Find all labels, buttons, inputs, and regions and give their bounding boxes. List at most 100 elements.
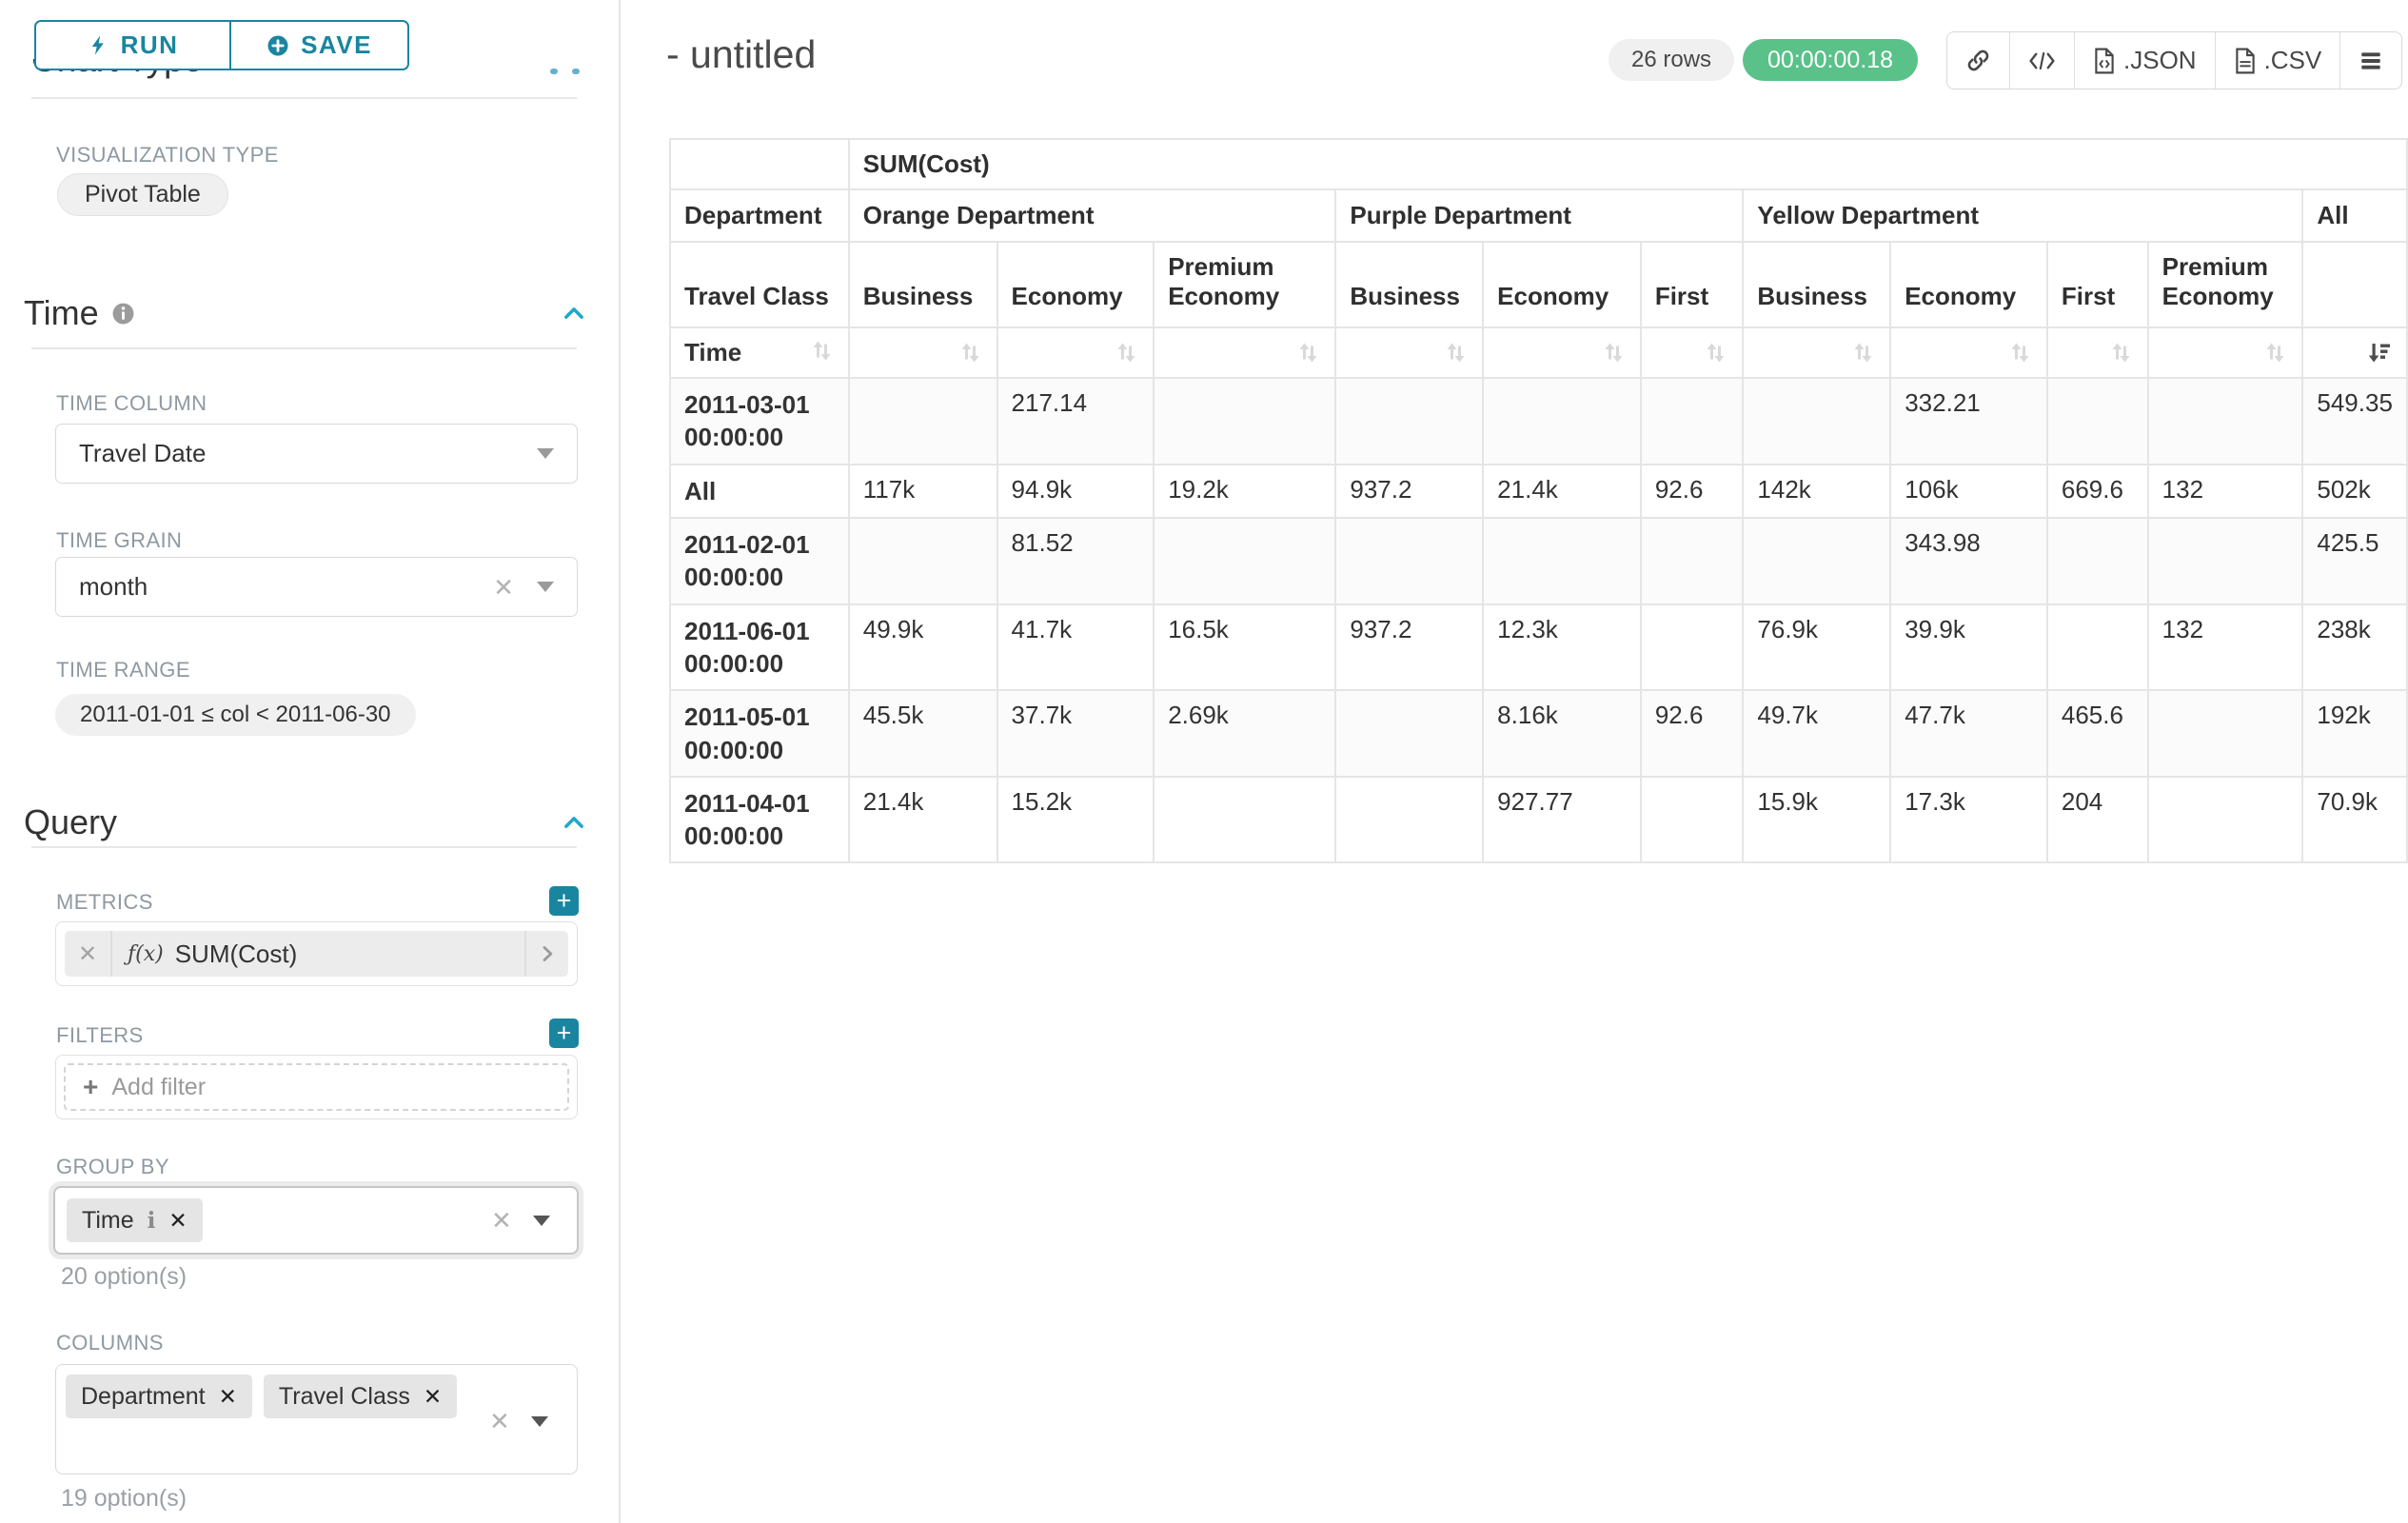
value-cell: 45.5k [849,690,997,777]
export-csv-button[interactable]: .CSV [2215,32,2340,89]
sort-icon[interactable] [1703,340,1728,366]
sort-icon[interactable] [1443,340,1469,366]
chart-title[interactable]: - untitled [666,32,816,77]
metric-name: SUM(Cost) [175,940,298,969]
group-by-pills: Timei✕ [67,1198,203,1242]
value-cell: 2.69k [1154,690,1335,777]
travel-class-header: First [2047,242,2148,327]
query-section-header: Query [24,802,587,842]
sort-header-cell [1335,327,1483,378]
value-cell: 192k [2302,690,2407,777]
sort-header-cell [2047,327,2148,378]
selected-value-pill[interactable]: Travel Class✕ [264,1375,457,1418]
time-grain-label: TIME GRAIN [56,528,182,553]
visualization-type-pill[interactable]: Pivot Table [57,173,228,216]
value-cell: 49.9k [849,604,997,691]
clear-icon[interactable]: ✕ [493,575,514,600]
options-hint: 20 option(s) [61,1263,187,1291]
sort-icon[interactable] [957,340,983,366]
caret-down-icon[interactable] [531,1416,548,1427]
sort-descending-icon[interactable] [2366,340,2393,366]
value-cell: 204 [2047,777,2148,863]
menu-button[interactable] [2339,32,2401,89]
value-cell: 12.3k [1483,604,1641,691]
remove-metric-icon[interactable]: ✕ [65,931,112,977]
plus-icon: + [83,1074,98,1100]
travel-class-header: Economy [1483,242,1641,327]
metric-header: SUM(Cost) [849,139,2407,189]
clear-icon[interactable]: ✕ [491,1208,512,1233]
time-range-label: TIME RANGE [56,658,190,682]
value-cell [1641,378,1744,465]
value-cell [1154,777,1335,863]
time-grain-select[interactable]: month ✕ [55,557,578,617]
add-filter-button[interactable]: + Add filter [64,1063,569,1111]
remove-icon[interactable]: ✕ [424,1384,442,1410]
pivot-table-container: SUM(Cost)DepartmentOrange DepartmentPurp… [669,138,2408,863]
sort-icon[interactable] [1295,340,1321,366]
chevron-up-icon[interactable] [561,300,587,326]
row-label: All [670,465,849,518]
export-json-button[interactable]: .JSON [2074,32,2215,89]
value-cell: 41.7k [997,604,1155,691]
chevron-up-icon [550,69,558,74]
value-cell: 39.9k [1890,604,2047,691]
chevron-up-icon[interactable] [561,809,587,836]
sort-icon[interactable] [1850,340,1876,366]
remove-icon[interactable]: ✕ [168,1208,187,1234]
value-cell [2148,777,2303,863]
value-cell: 502k [2302,465,2407,518]
sort-icon[interactable] [1601,340,1627,366]
save-button[interactable]: SAVE [229,20,409,70]
value-cell: 94.9k [997,465,1155,518]
sort-header-cell [1154,327,1335,378]
sort-icon[interactable] [1114,340,1139,366]
value-cell: 49.7k [1743,690,1890,777]
department-group-header: All [2302,189,2407,242]
chevron-up-icon [572,69,580,74]
run-button[interactable]: RUN [34,20,231,70]
sort-header-cell [1743,327,1890,378]
selected-value-pill[interactable]: Department✕ [66,1375,252,1418]
row-label: 2011-04-01 00:00:00 [670,777,849,863]
section-divider [31,97,577,99]
add-metric-button[interactable]: + [549,886,579,916]
value-cell [1335,518,1483,604]
chevron-right-icon[interactable] [524,931,568,977]
sort-icon[interactable] [2262,340,2288,366]
lightning-bolt-icon [88,34,109,56]
sort-icon[interactable] [2007,340,2033,366]
sort-icon[interactable] [809,338,835,364]
clear-icon[interactable]: ✕ [489,1409,510,1434]
value-cell [1335,777,1483,863]
table-row: 2011-02-01 00:00:0081.52343.98425.5 [670,518,2407,604]
value-cell [2047,518,2148,604]
filters-label: FILTERS [56,1023,144,1048]
value-cell: 15.9k [1743,777,1890,863]
sort-header-cell [2148,327,2303,378]
file-csv-icon [2234,48,2257,74]
metric-pill[interactable]: ✕ ƒ(x) SUM(Cost) [65,931,568,977]
sort-icon[interactable] [2108,340,2134,366]
row-label: 2011-06-01 00:00:00 [670,604,849,691]
value-cell: 81.52 [997,518,1155,604]
value-cell: 117k [849,465,997,518]
value-cell: 21.4k [1483,465,1641,518]
selected-value-pill[interactable]: Timei✕ [67,1198,203,1242]
time-range-pill[interactable]: 2011-01-01 ≤ col < 2011-06-30 [55,694,416,736]
value-cell [1335,690,1483,777]
embed-code-button[interactable] [2009,32,2074,89]
value-cell: 332.21 [1890,378,2047,465]
time-section-title: Time [24,293,99,333]
control-panel: Chart Type RUN SAVE VISUALIZATION TYPE P… [0,0,619,1523]
travel-class-header: Premium Economy [2148,242,2303,327]
options-hint: 19 option(s) [61,1485,187,1513]
column-axis-label: Department [670,189,849,242]
add-filter-plus-button[interactable]: + [549,1019,579,1048]
copy-link-button[interactable] [1947,32,2009,89]
department-group-header: Purple Department [1335,189,1743,242]
time-column-select[interactable]: Travel Date [55,424,578,484]
remove-icon[interactable]: ✕ [219,1384,237,1410]
caret-down-icon[interactable] [533,1216,550,1226]
panel-divider[interactable] [619,0,621,1523]
